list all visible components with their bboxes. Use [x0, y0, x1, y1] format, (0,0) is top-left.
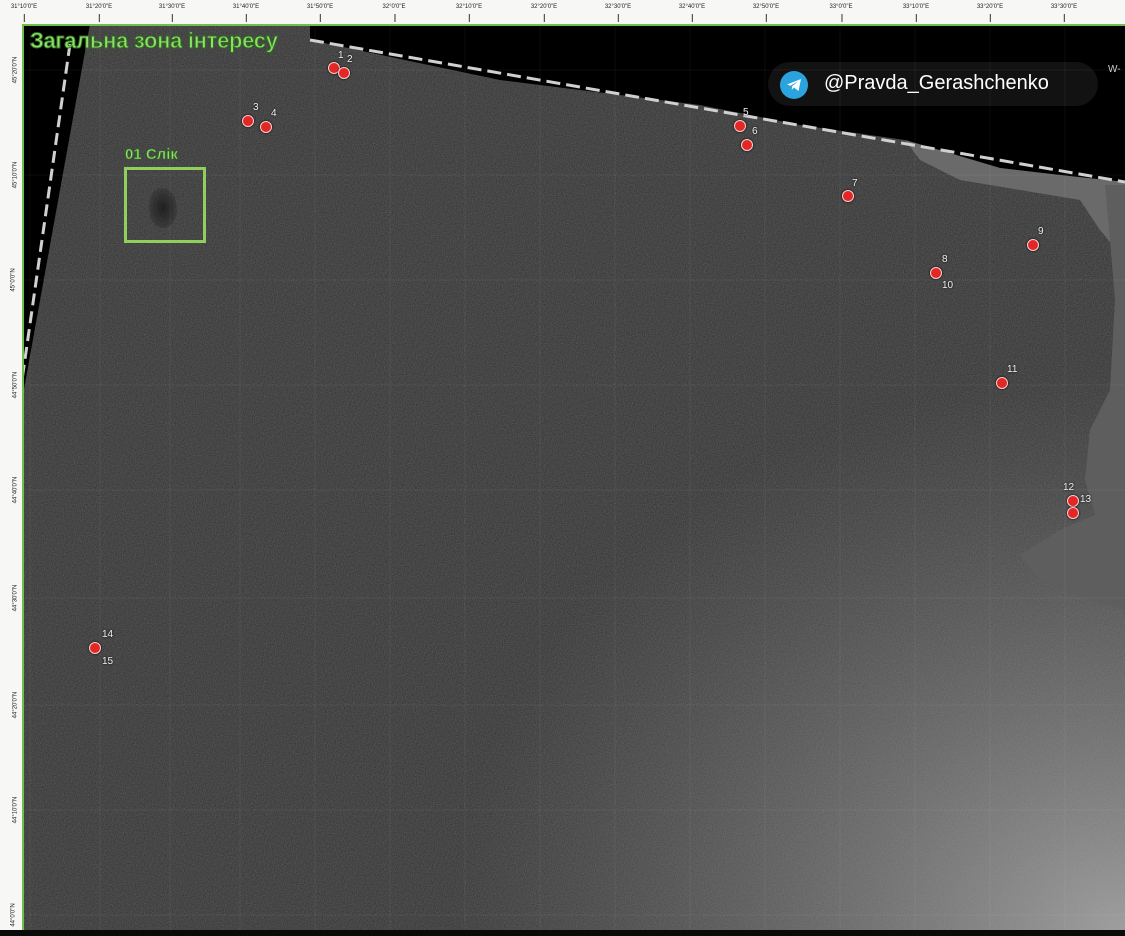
point-label-9: 9 — [1038, 226, 1044, 237]
lon-tick: 32°10'0"E — [455, 4, 483, 22]
lon-tick: 33°30'0"E — [1050, 4, 1078, 22]
lat-tick: 44°0'0"N — [10, 903, 17, 927]
lon-tick: 31°30'0"E — [158, 4, 186, 22]
point-label-7: 7 — [852, 178, 858, 189]
watermark-handle: @Pravda_Gerashchenko — [824, 72, 1049, 94]
lon-tick: 33°0'0"E — [829, 4, 853, 22]
lon-tick: 32°20'0"E — [530, 4, 558, 22]
point-label-13: 13 — [1080, 494, 1092, 505]
lon-tick: 32°40'0"E — [678, 4, 706, 22]
slick-highlight-box — [124, 167, 206, 243]
point-marker-9 — [1027, 239, 1039, 251]
latitude-ruler: 45°20'0"N 45°10'0"N 45°0'0"N 44°50'0"N 4… — [0, 24, 24, 936]
lat-tick: 44°20'0"N — [12, 691, 19, 719]
lat-tick: 45°20'0"N — [12, 56, 19, 84]
point-marker-12 — [1067, 495, 1079, 507]
point-label-11: 11 — [1007, 364, 1018, 375]
point-label-8: 8 — [942, 254, 948, 265]
point-label-4: 4 — [271, 108, 277, 119]
lat-tick: 44°30'0"N — [12, 584, 19, 612]
point-marker-7 — [842, 190, 854, 202]
slick-label: 01 Слік — [125, 146, 178, 164]
point-marker-4 — [260, 121, 272, 133]
point-marker-14 — [89, 642, 101, 654]
lon-tick: 31°20'0"E — [85, 4, 113, 22]
point-marker-8 — [930, 267, 942, 279]
longitude-ruler: 31°10'0"E 31°20'0"E 31°30'0"E 31°40'0"E … — [0, 0, 1125, 26]
lon-tick: 31°40'0"E — [232, 4, 260, 22]
point-marker-2 — [338, 67, 350, 79]
lon-tick: 32°0'0"E — [382, 4, 406, 22]
lon-tick: 31°10'0"E — [10, 4, 38, 22]
lat-tick: 44°10'0"N — [12, 796, 19, 824]
sar-map: 31°10'0"E 31°20'0"E 31°30'0"E 31°40'0"E … — [0, 0, 1125, 936]
point-marker-3 — [242, 115, 254, 127]
area-of-interest-title: Загальна зона інтересу — [30, 28, 279, 54]
telegram-icon — [780, 71, 808, 99]
point-label-12: 12 — [1063, 482, 1075, 493]
bottom-border — [0, 930, 1125, 936]
lon-tick: 33°10'0"E — [902, 4, 930, 22]
point-marker-11 — [996, 377, 1008, 389]
point-marker-6 — [741, 139, 753, 151]
point-label-2: 2 — [347, 54, 353, 65]
point-label-1: 1 — [338, 50, 344, 61]
lon-tick: 33°20'0"E — [976, 4, 1004, 22]
lat-tick: 44°50'0"N — [12, 371, 19, 399]
edge-label: W- — [1108, 64, 1121, 75]
lat-tick: 44°40'0"N — [12, 476, 19, 504]
lon-tick: 31°50'0"E — [306, 4, 334, 22]
point-label-5: 5 — [743, 107, 749, 118]
point-label-15: 15 — [102, 656, 114, 667]
point-marker-5 — [734, 120, 746, 132]
point-label-10: 10 — [942, 280, 954, 291]
point-label-14: 14 — [102, 629, 114, 640]
point-marker-13 — [1067, 507, 1079, 519]
lon-tick: 32°30'0"E — [604, 4, 632, 22]
point-label-3: 3 — [253, 102, 259, 113]
lat-tick: 45°0'0"N — [10, 268, 17, 292]
lon-tick: 32°50'0"E — [752, 4, 780, 22]
telegram-watermark: @Pravda_Gerashchenko — [768, 62, 1098, 106]
point-label-6: 6 — [752, 126, 758, 137]
lat-tick: 45°10'0"N — [12, 161, 19, 189]
sar-imagery — [0, 0, 1125, 936]
